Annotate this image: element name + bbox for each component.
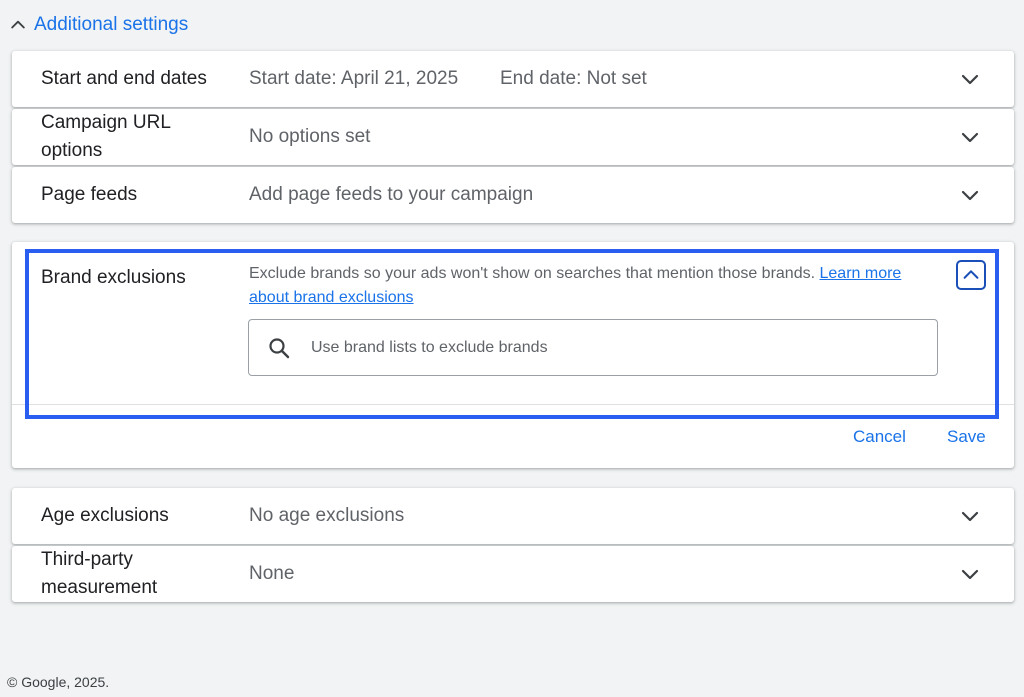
end-date-value: End date: Not set (500, 68, 647, 89)
brand-exclusions-panel: Brand exclusions Exclude brands so your … (12, 242, 1014, 468)
description-text: Exclude brands so your ads won't show on… (249, 265, 816, 282)
search-icon (269, 338, 290, 359)
brand-exclusions-collapse-button[interactable] (956, 260, 986, 290)
copyright-footer: © Google, 2025. (7, 674, 110, 690)
brand-exclusions-description: Exclude brands so your ads won't show on… (249, 262, 919, 310)
dates-expand-button[interactable] (958, 67, 982, 91)
chevron-down-icon (961, 569, 979, 580)
additional-settings-toggle[interactable]: Additional settings (8, 14, 188, 36)
page-feeds-expand-button[interactable] (958, 183, 982, 207)
divider (12, 404, 1014, 405)
age-exclusions-label: Age exclusions (41, 505, 169, 526)
brand-list-search-input[interactable] (311, 320, 911, 375)
chevron-up-icon (11, 20, 25, 29)
chevron-down-icon (961, 190, 979, 201)
page-feeds-label: Page feeds (41, 184, 138, 205)
url-options-row[interactable]: Campaign URL options No options set (12, 109, 1014, 165)
page-feeds-row[interactable]: Page feeds Add page feeds to your campai… (12, 167, 1014, 223)
age-exclusions-row[interactable]: Age exclusions No age exclusions (12, 488, 1014, 544)
page: Additional settings Start and end dates … (0, 0, 1024, 697)
third-party-expand-button[interactable] (958, 562, 982, 586)
chevron-down-icon (961, 132, 979, 143)
brand-exclusions-label: Brand exclusions (41, 267, 186, 288)
chevron-down-icon (961, 511, 979, 522)
dates-label: Start and end dates (41, 68, 207, 89)
chevron-down-icon (961, 74, 979, 85)
third-party-row[interactable]: Third-party measurement None (12, 546, 1014, 602)
age-exclusions-value: No age exclusions (249, 505, 405, 526)
url-options-value: No options set (249, 126, 371, 147)
start-date-value: Start date: April 21, 2025 (249, 68, 459, 89)
url-options-expand-button[interactable] (958, 125, 982, 149)
url-options-label: Campaign URL options (41, 112, 171, 161)
dates-row[interactable]: Start and end dates Start date: April 21… (12, 51, 1014, 107)
chevron-up-icon (963, 270, 979, 279)
age-exclusions-expand-button[interactable] (958, 504, 982, 528)
brand-list-search[interactable] (248, 319, 938, 376)
section-title: Additional settings (34, 14, 189, 35)
save-button[interactable]: Save (947, 427, 986, 447)
cancel-button[interactable]: Cancel (853, 427, 906, 447)
third-party-value: None (249, 563, 295, 584)
third-party-label: Third-party measurement (41, 549, 158, 598)
page-feeds-value: Add page feeds to your campaign (249, 184, 534, 205)
